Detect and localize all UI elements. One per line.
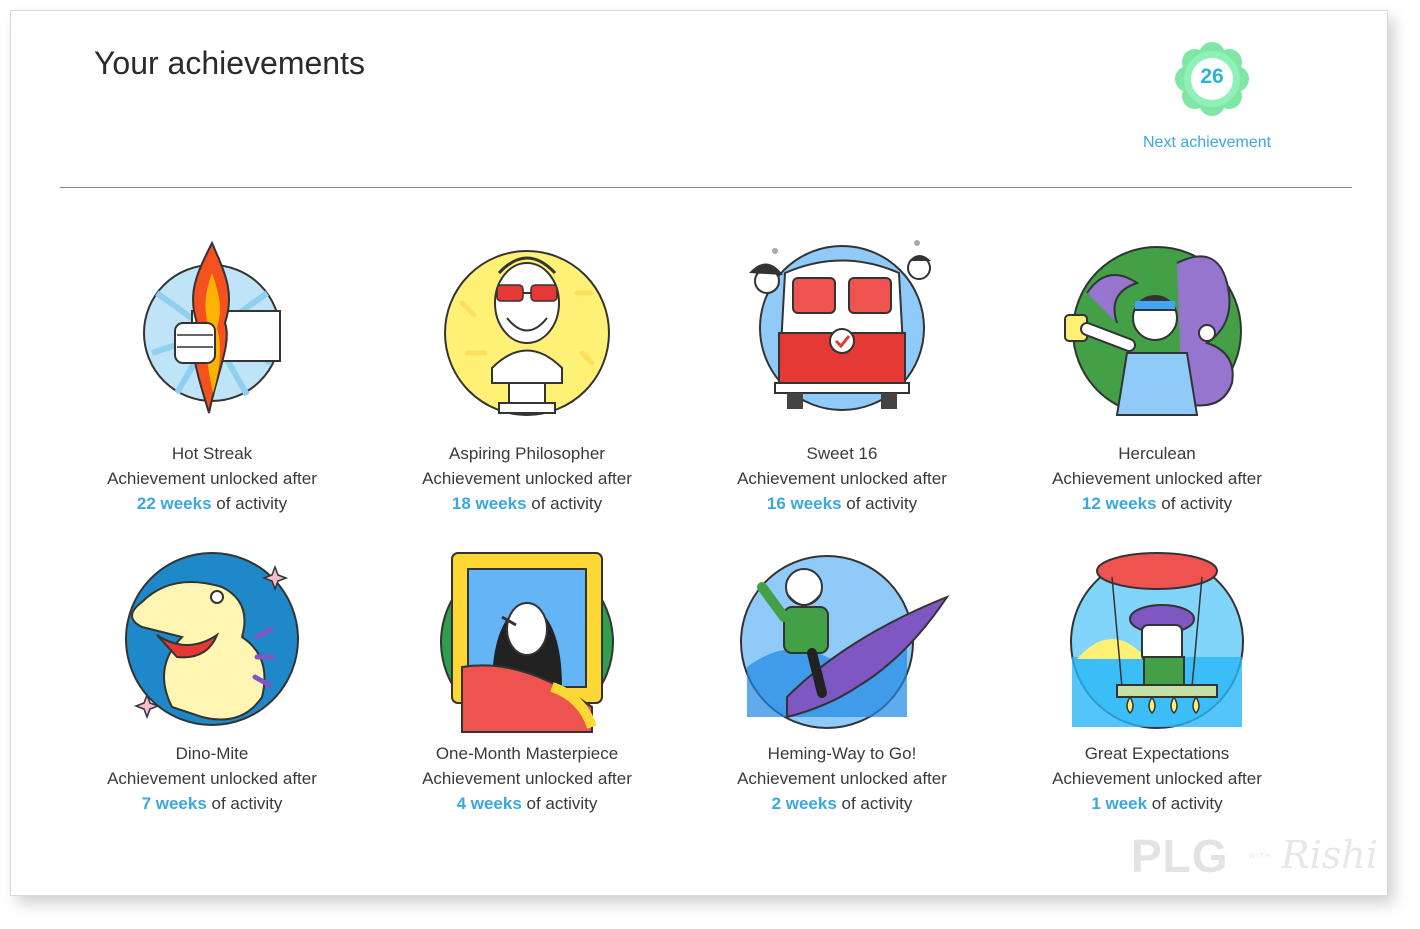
achievement-subtitle: Achievement unlocked after — [1052, 469, 1262, 488]
achievement-dino-mite[interactable]: Dino-Mite Achievement unlocked after 7 w… — [62, 547, 362, 816]
achievement-duration-suffix: of activity — [1147, 794, 1223, 813]
achievement-duration-suffix: of activity — [836, 794, 913, 813]
achievement-name: Heming-Way to Go! — [767, 744, 917, 763]
achievement-name: Aspiring Philosopher — [449, 444, 605, 463]
achievement-duration-line: 7 weeks of activity — [62, 791, 362, 816]
achievement-subtitle: Achievement unlocked after — [422, 769, 632, 788]
achievement-duration-line: 16 weeks of activity — [692, 491, 992, 516]
philosopher-bust-icon — [444, 250, 610, 416]
achievement-heming-way-to-go[interactable]: Heming-Way to Go! Achievement unlocked a… — [692, 547, 992, 816]
achievement-duration: 16 weeks — [766, 494, 842, 513]
achievement-name: Dino-Mite — [175, 744, 249, 763]
achievement-duration-line: 22 weeks of activity — [62, 491, 362, 516]
achievement-duration-suffix: of activity — [521, 794, 598, 813]
achievement-name: Herculean — [1118, 444, 1196, 463]
framed-portrait-icon — [440, 552, 614, 733]
achievement-duration-line: 12 weeks of activity — [1007, 491, 1307, 516]
achievement-duration-suffix: of activity — [211, 494, 288, 513]
achievement-duration-line: 1 week of activity — [1007, 791, 1307, 816]
achievement-hot-streak[interactable]: Hot Streak Achievement unlocked after 22… — [62, 233, 362, 516]
achievement-duration-suffix: of activity — [1156, 494, 1233, 513]
achievement-duration: 7 weeks — [141, 794, 207, 813]
watermark: PLG WITH Rishi — [1131, 829, 1381, 885]
achievement-name: Sweet 16 — [806, 444, 878, 463]
achievement-duration: 12 weeks — [1081, 494, 1157, 513]
watermark-brand: PLG — [1131, 830, 1229, 882]
hot-air-balloon-icon — [1070, 552, 1244, 729]
achievement-subtitle: Achievement unlocked after — [107, 769, 317, 788]
achievement-name: Great Expectations — [1084, 744, 1230, 763]
achievement-duration-suffix: of activity — [841, 494, 918, 513]
achievements-grid: Hot Streak Achievement unlocked after 22… — [11, 11, 1389, 897]
achievement-duration-line: 2 weeks of activity — [692, 791, 992, 816]
achievement-duration: 1 week — [1091, 794, 1148, 813]
dinosaur-icon — [125, 552, 299, 726]
achievement-subtitle: Achievement unlocked after — [107, 469, 317, 488]
achievement-herculean[interactable]: Herculean Achievement unlocked after 12 … — [1007, 233, 1307, 516]
achievement-subtitle: Achievement unlocked after — [737, 469, 947, 488]
flaming-torch-icon — [143, 240, 281, 414]
camper-van-icon — [749, 240, 931, 411]
achievement-duration: 18 weeks — [451, 494, 527, 513]
hero-with-serpents-icon — [1064, 246, 1242, 416]
achievement-duration-suffix: of activity — [206, 794, 283, 813]
achievement-sweet-16[interactable]: Sweet 16 Achievement unlocked after 16 w… — [692, 233, 992, 516]
watermark-author: Rishi — [1281, 833, 1378, 877]
achievement-aspiring-philosopher[interactable]: Aspiring Philosopher Achievement unlocke… — [377, 233, 677, 516]
achievement-subtitle: Achievement unlocked after — [1052, 769, 1262, 788]
achievement-subtitle: Achievement unlocked after — [737, 769, 947, 788]
achievement-duration-line: 18 weeks of activity — [377, 491, 677, 516]
achievement-subtitle: Achievement unlocked after — [422, 469, 632, 488]
achievement-duration: 2 weeks — [771, 794, 837, 813]
achievement-one-month-masterpiece[interactable]: One-Month Masterpiece Achievement unlock… — [377, 547, 677, 816]
achievement-great-expectations[interactable]: Great Expectations Achievement unlocked … — [1007, 547, 1307, 816]
fisherman-marlin-icon — [740, 555, 950, 729]
achievement-duration-suffix: of activity — [526, 494, 603, 513]
achievement-duration: 4 weeks — [456, 794, 522, 813]
achievement-name: One-Month Masterpiece — [435, 744, 619, 763]
achievements-card: Your achievements 26 Next achievement Ho… — [10, 10, 1388, 896]
watermark-with: WITH — [1249, 853, 1271, 860]
achievement-duration: 22 weeks — [136, 494, 212, 513]
achievement-name: Hot Streak — [171, 444, 253, 463]
achievement-duration-line: 4 weeks of activity — [377, 791, 677, 816]
